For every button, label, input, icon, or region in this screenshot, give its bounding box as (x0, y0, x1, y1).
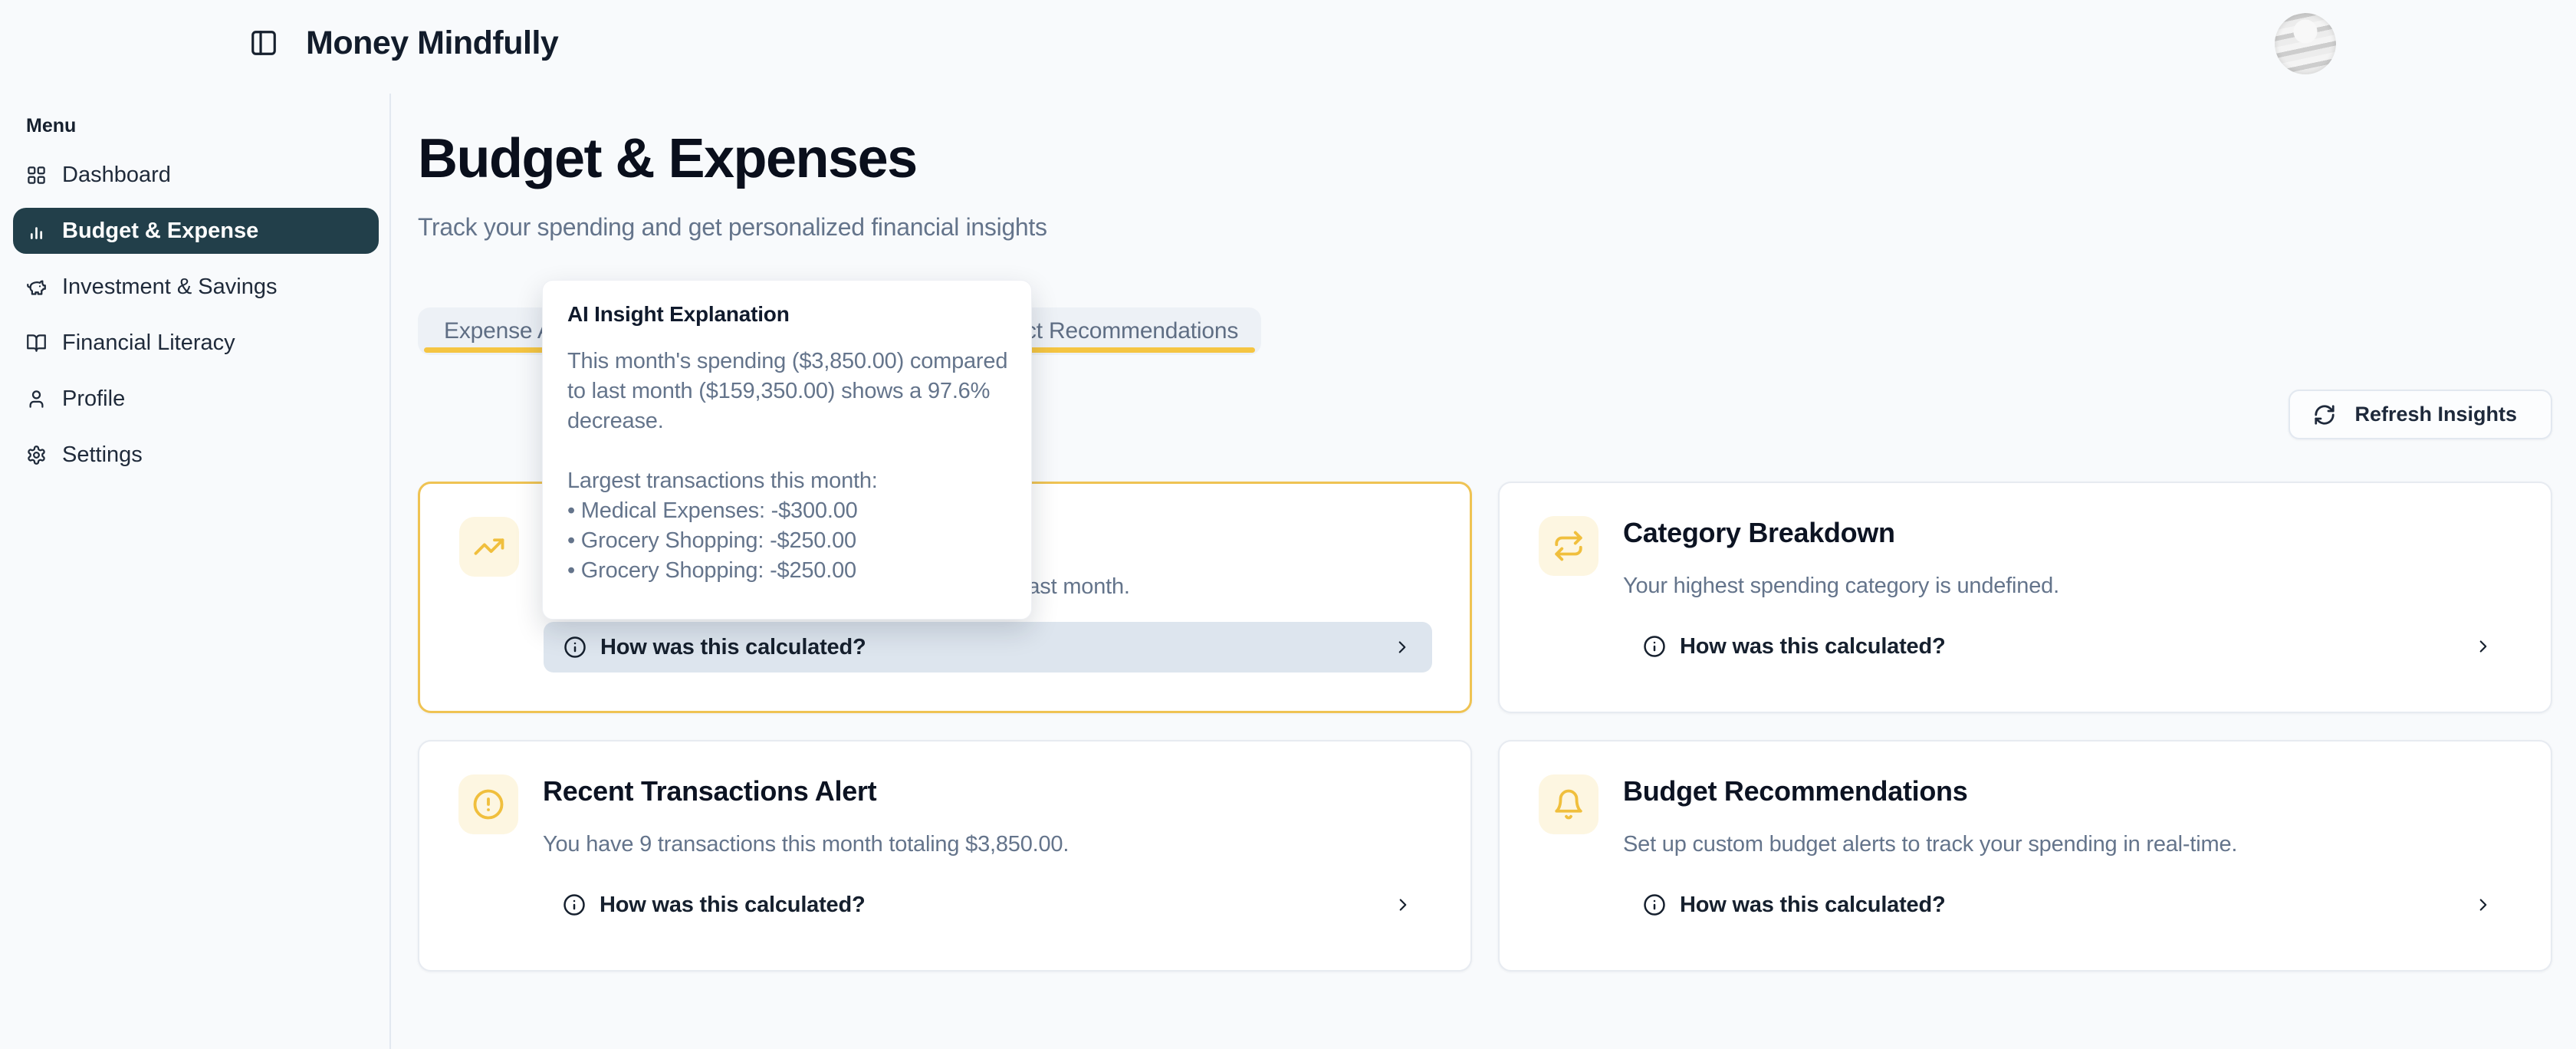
sidebar-item-label: Dashboard (62, 163, 171, 188)
app-title: Money Mindfully (306, 25, 558, 62)
sidebar-item-budget-expense[interactable]: Budget & Expense (13, 208, 379, 254)
card-budget-recommendations: Budget Recommendations Set up custom bud… (1498, 740, 2552, 972)
card-description: You have 9 transactions this month total… (543, 832, 1069, 857)
popover-title: AI Insight Explanation (567, 302, 1007, 327)
bell-icon (1539, 774, 1598, 834)
sidebar-item-settings[interactable]: Settings (0, 432, 379, 478)
chevron-right-icon (2473, 636, 2493, 656)
how-calculated-link[interactable]: How was this calculated? (1623, 880, 2513, 930)
how-calculated-label: How was this calculated? (1680, 893, 1946, 918)
popover-text-line: This month's spending ($3,850.00) compar… (567, 347, 1007, 377)
sidebar-item-financial-literacy[interactable]: Financial Literacy (0, 320, 379, 366)
card-title: Recent Transactions Alert (543, 775, 876, 807)
bar-chart-icon (26, 221, 47, 242)
info-icon (564, 636, 586, 659)
page-subtitle: Track your spending and get personalized… (418, 213, 1047, 242)
popover-text-line: decrease. (567, 406, 1007, 436)
repeat-icon (1539, 516, 1598, 576)
refresh-icon (2313, 403, 2336, 426)
how-calculated-label: How was this calculated? (1680, 634, 1946, 659)
info-icon (1643, 893, 1666, 916)
popover-text-line: to last month ($159,350.00) shows a 97.6… (567, 377, 1007, 406)
panel-left-icon (249, 28, 278, 58)
book-open-icon (26, 333, 47, 354)
card-description: Set up custom budget alerts to track you… (1623, 832, 2237, 857)
popover-transaction-item: • Grocery Shopping: -$250.00 (567, 526, 1007, 556)
chevron-right-icon (1392, 637, 1412, 657)
sidebar-item-label: Investment & Savings (62, 275, 277, 300)
sidebar-section-label: Menu (26, 115, 76, 137)
popover-body: This month's spending ($3,850.00) compar… (567, 347, 1007, 586)
trending-up-icon (459, 517, 519, 577)
refresh-insights-label: Refresh Insights (2354, 403, 2517, 426)
sidebar-nav: Dashboard Budget & Expense Investme (0, 152, 379, 488)
user-avatar[interactable] (2275, 13, 2336, 74)
how-calculated-label: How was this calculated? (600, 893, 866, 918)
popover-transaction-item: • Medical Expenses: -$300.00 (567, 496, 1007, 526)
ai-insight-popover: AI Insight Explanation This month's spen… (542, 280, 1032, 620)
sidebar-toggle-button[interactable] (247, 26, 281, 60)
card-title: Budget Recommendations (1623, 775, 1967, 807)
sidebar-item-label: Budget & Expense (62, 219, 258, 244)
chevron-right-icon (1393, 895, 1413, 915)
dashboard-grid-icon (26, 165, 47, 186)
popover-spacer (567, 436, 1007, 466)
chevron-right-icon (2473, 895, 2493, 915)
how-calculated-label: How was this calculated? (600, 635, 866, 660)
popover-transaction-item: • Grocery Shopping: -$250.00 (567, 556, 1007, 586)
alert-circle-icon (458, 774, 518, 834)
popover-transactions-heading: Largest transactions this month: (567, 466, 1007, 496)
user-icon (26, 389, 47, 409)
card-description: Your highest spending category is undefi… (1623, 574, 2059, 599)
main-content: Budget & Expenses Track your spending an… (391, 94, 2576, 1049)
info-icon (563, 893, 586, 916)
how-calculated-link[interactable]: How was this calculated? (543, 880, 1433, 930)
sidebar-item-label: Profile (62, 386, 125, 412)
sidebar-item-dashboard[interactable]: Dashboard (0, 152, 379, 198)
gear-icon (26, 445, 47, 465)
sidebar-item-label: Financial Literacy (62, 330, 235, 356)
refresh-insights-button[interactable]: Refresh Insights (2288, 390, 2552, 439)
how-calculated-link[interactable]: How was this calculated? (544, 622, 1432, 672)
piggy-bank-icon (26, 277, 47, 298)
how-calculated-link[interactable]: How was this calculated? (1623, 621, 2513, 672)
app-root: Money Mindfully Menu Dashboard (0, 0, 2576, 1049)
top-header: Money Mindfully (0, 0, 2576, 94)
sidebar: Menu Dashboard Budget & Expense (0, 94, 391, 1049)
sidebar-item-label: Settings (62, 442, 143, 468)
page-title: Budget & Expenses (418, 127, 917, 190)
card-title: Category Breakdown (1623, 517, 1895, 549)
card-recent-transactions-alert: Recent Transactions Alert You have 9 tra… (418, 740, 1472, 972)
sidebar-item-profile[interactable]: Profile (0, 376, 379, 422)
info-icon (1643, 635, 1666, 658)
sidebar-item-investment-savings[interactable]: Investment & Savings (0, 264, 379, 310)
card-category-breakdown: Category Breakdown Your highest spending… (1498, 482, 2552, 713)
